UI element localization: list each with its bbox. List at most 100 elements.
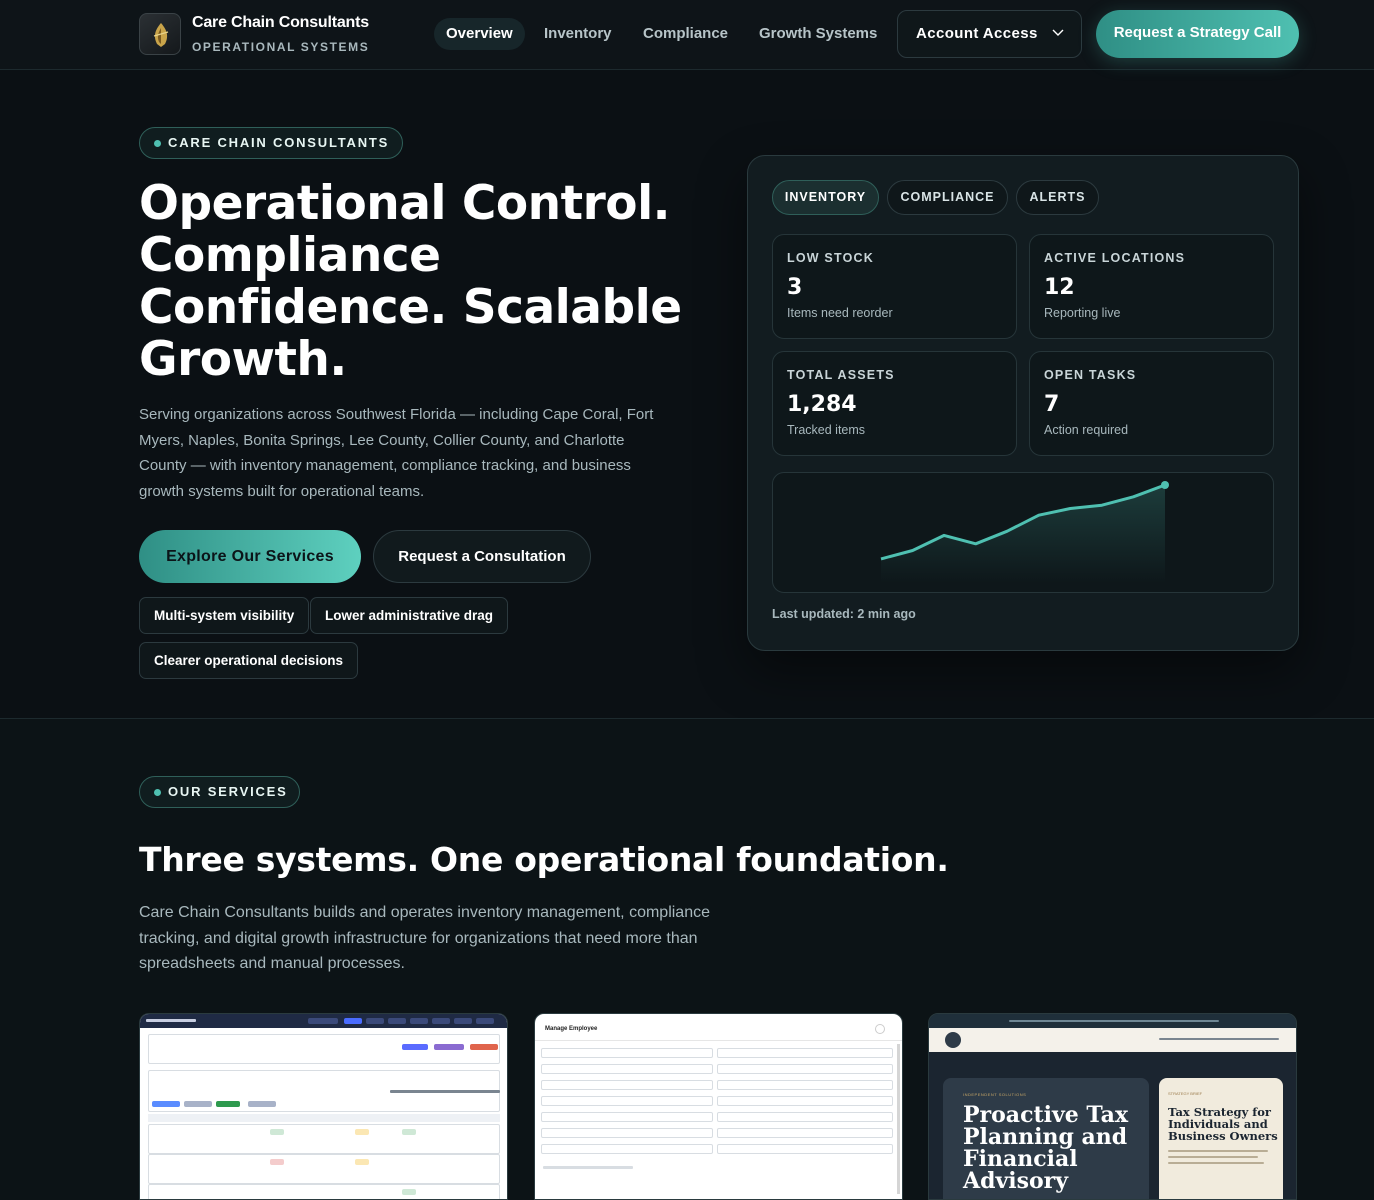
thumb-input xyxy=(717,1128,893,1138)
stat-label: LOW STOCK xyxy=(787,251,874,265)
nav-link-growth-systems[interactable]: Growth Systems xyxy=(747,18,889,50)
thumb-text xyxy=(1168,1156,1258,1158)
service-thumbnail-growth[interactable]: INDEPENDENT SOLUTIONS Proactive Tax Plan… xyxy=(928,1013,1297,1200)
thumb-button xyxy=(432,1018,450,1024)
thumb-input xyxy=(717,1112,893,1122)
services-eyebrow-badge: OUR SERVICES xyxy=(139,776,300,808)
tab-compliance[interactable]: COMPLIANCE xyxy=(887,180,1008,215)
thumb-table-header xyxy=(148,1114,500,1122)
tab-alerts[interactable]: ALERTS xyxy=(1016,180,1099,215)
stat-value: 3 xyxy=(787,275,803,300)
account-access-dropdown[interactable]: Account Access xyxy=(897,10,1082,58)
nav-link-overview[interactable]: Overview xyxy=(434,18,525,50)
stat-card-total-assets: TOTAL ASSETS 1,284 Tracked items xyxy=(772,351,1017,456)
thumb-input xyxy=(541,1080,713,1090)
thumb-input xyxy=(717,1096,893,1106)
stat-value: 12 xyxy=(1044,275,1075,300)
thumb-badge xyxy=(355,1129,369,1135)
brand-subtitle: OPERATIONAL SYSTEMS xyxy=(192,40,370,54)
stat-card-low-stock: LOW STOCK 3 Items need reorder xyxy=(772,234,1017,339)
trend-chart-svg xyxy=(880,481,1169,583)
thumb-hero-heading: Proactive Tax Planning and Financial Adv… xyxy=(963,1102,1129,1194)
stat-value: 1,284 xyxy=(787,392,857,417)
thumb-input xyxy=(717,1080,893,1090)
thumb-logo-icon xyxy=(945,1032,961,1048)
thumb-button xyxy=(388,1018,406,1024)
tab-inventory[interactable]: INVENTORY xyxy=(772,180,879,215)
thumb-side-card: STRATEGY BRIEF Tax Strategy for Individu… xyxy=(1159,1078,1283,1199)
service-thumbnail-compliance[interactable]: Manage Employee xyxy=(534,1013,903,1200)
thumb-button xyxy=(308,1018,338,1024)
thumb-text xyxy=(1168,1162,1264,1164)
hero-title: Operational Control. Compliance Confiden… xyxy=(139,176,682,387)
stat-label: ACTIVE LOCATIONS xyxy=(1044,251,1186,265)
thumb-hero-panel: INDEPENDENT SOLUTIONS Proactive Tax Plan… xyxy=(943,1078,1149,1199)
thumb-card-title: Tax Strategy for Individuals and Busines… xyxy=(1168,1105,1278,1143)
thumb-card-eyebrow: STRATEGY BRIEF xyxy=(1168,1091,1203,1096)
thumb-scrollbar xyxy=(897,1044,900,1194)
thumb-button xyxy=(454,1018,472,1024)
thumb-input xyxy=(717,1064,893,1074)
brand-logo-icon[interactable] xyxy=(139,13,181,55)
thumb-button xyxy=(402,1044,428,1050)
thumb-input xyxy=(541,1096,713,1106)
brand-name[interactable]: Care Chain Consultants xyxy=(192,14,369,32)
thumb-input xyxy=(541,1112,713,1122)
stat-card-active-locations: ACTIVE LOCATIONS 12 Reporting live xyxy=(1029,234,1274,339)
stat-note: Items need reorder xyxy=(787,306,893,320)
thumb-button xyxy=(476,1018,494,1024)
chevron-down-icon xyxy=(1052,29,1064,36)
stat-note: Reporting live xyxy=(1044,306,1121,320)
trend-chart xyxy=(772,472,1274,593)
nav-link-inventory[interactable]: Inventory xyxy=(532,18,624,50)
thumb-badge xyxy=(355,1159,369,1165)
stat-note: Action required xyxy=(1044,423,1129,437)
services-description: Care Chain Consultants builds and operat… xyxy=(139,904,710,972)
thumb-table-row xyxy=(148,1154,500,1184)
thumb-input xyxy=(541,1048,713,1058)
thumb-button xyxy=(344,1018,362,1024)
services-title: Three systems. One operational foundatio… xyxy=(139,840,949,879)
thumb-text xyxy=(543,1166,633,1169)
thumb-button xyxy=(248,1101,276,1107)
thumb-text xyxy=(1159,1038,1279,1040)
stat-value: 7 xyxy=(1044,392,1060,417)
thumb-input xyxy=(717,1048,893,1058)
dot-icon xyxy=(154,140,161,147)
close-icon xyxy=(875,1024,885,1034)
top-nav: Care Chain Consultants OPERATIONAL SYSTE… xyxy=(0,0,1374,70)
nav-link-compliance[interactable]: Compliance xyxy=(631,18,740,50)
thumb-text xyxy=(390,1090,500,1093)
thumb-button xyxy=(366,1018,384,1024)
thumb-button xyxy=(434,1044,464,1050)
thumb-text xyxy=(1009,1020,1219,1022)
thumb-text xyxy=(1168,1150,1268,1152)
thumb-table-row xyxy=(148,1124,500,1154)
thumb-form-title: Manage Employee xyxy=(545,1026,598,1032)
thumb-badge xyxy=(402,1189,416,1195)
request-consultation-button[interactable]: Request a Consultation xyxy=(373,530,591,583)
explore-services-button[interactable]: Explore Our Services xyxy=(139,530,361,583)
thumb-badge xyxy=(270,1129,284,1135)
last-updated-text: Last updated: 2 min ago xyxy=(772,607,916,621)
stat-label: TOTAL ASSETS xyxy=(787,368,895,382)
thumb-hero-eyebrow: INDEPENDENT SOLUTIONS xyxy=(963,1092,1027,1097)
feature-chip: Clearer operational decisions xyxy=(139,642,359,679)
hero-eyebrow-badge: CARE CHAIN CONSULTANTS xyxy=(139,127,403,159)
thumb-divider xyxy=(535,1040,902,1041)
feature-chip: Multi-system visibility xyxy=(139,597,310,634)
thumb-table-row xyxy=(148,1184,500,1199)
thumb-button xyxy=(470,1044,498,1050)
thumb-badge xyxy=(402,1129,416,1135)
account-access-label: Account Access xyxy=(916,25,1038,42)
thumb-input xyxy=(541,1144,713,1154)
service-thumbnail-inventory[interactable] xyxy=(139,1013,508,1200)
thumb-button xyxy=(184,1101,212,1107)
thumb-text xyxy=(146,1019,196,1022)
thumb-badge xyxy=(270,1159,284,1165)
dashboard-card: INVENTORY COMPLIANCE ALERTS LOW STOCK 3 … xyxy=(747,155,1299,651)
hero-eyebrow-label: CARE CHAIN CONSULTANTS xyxy=(168,135,390,150)
thumb-button xyxy=(216,1101,240,1107)
strategy-call-button[interactable]: Request a Strategy Call xyxy=(1096,10,1299,58)
thumb-site-nav xyxy=(929,1028,1296,1052)
